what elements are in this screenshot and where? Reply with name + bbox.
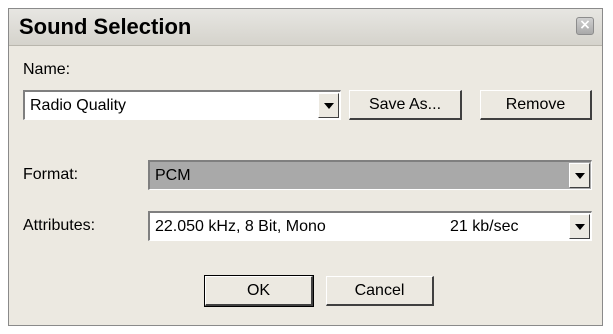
- sound-selection-dialog: Sound Selection × Name: Radio Quality Sa…: [8, 8, 603, 326]
- cancel-button[interactable]: Cancel: [326, 276, 434, 306]
- attributes-label: Attributes:: [23, 217, 96, 234]
- dialog-title: Sound Selection: [19, 14, 192, 39]
- ok-button[interactable]: OK: [204, 275, 314, 307]
- dropdown-arrow-icon: [324, 103, 334, 109]
- attributes-combobox[interactable]: 22.050 kHz, 8 Bit, Mono 21 kb/sec: [148, 211, 592, 241]
- name-label: Name:: [23, 61, 71, 78]
- format-dropdown-button[interactable]: [569, 163, 590, 188]
- dropdown-arrow-icon: [575, 224, 585, 230]
- attributes-dropdown-button[interactable]: [569, 214, 590, 239]
- format-combobox[interactable]: PCM: [148, 160, 592, 190]
- save-as-button[interactable]: Save As...: [349, 90, 462, 120]
- format-label: Format:: [23, 166, 79, 183]
- remove-button[interactable]: Remove: [480, 90, 592, 120]
- name-combobox[interactable]: Radio Quality: [23, 90, 341, 120]
- name-dropdown-button[interactable]: [318, 93, 339, 118]
- format-value: PCM: [155, 167, 191, 184]
- attributes-value: 22.050 kHz, 8 Bit, Mono: [155, 218, 326, 235]
- name-value: Radio Quality: [30, 97, 127, 114]
- attributes-rate: 21 kb/sec: [450, 218, 519, 235]
- close-icon[interactable]: ×: [576, 17, 594, 35]
- title-bar: Sound Selection ×: [9, 9, 602, 46]
- dropdown-arrow-icon: [575, 173, 585, 179]
